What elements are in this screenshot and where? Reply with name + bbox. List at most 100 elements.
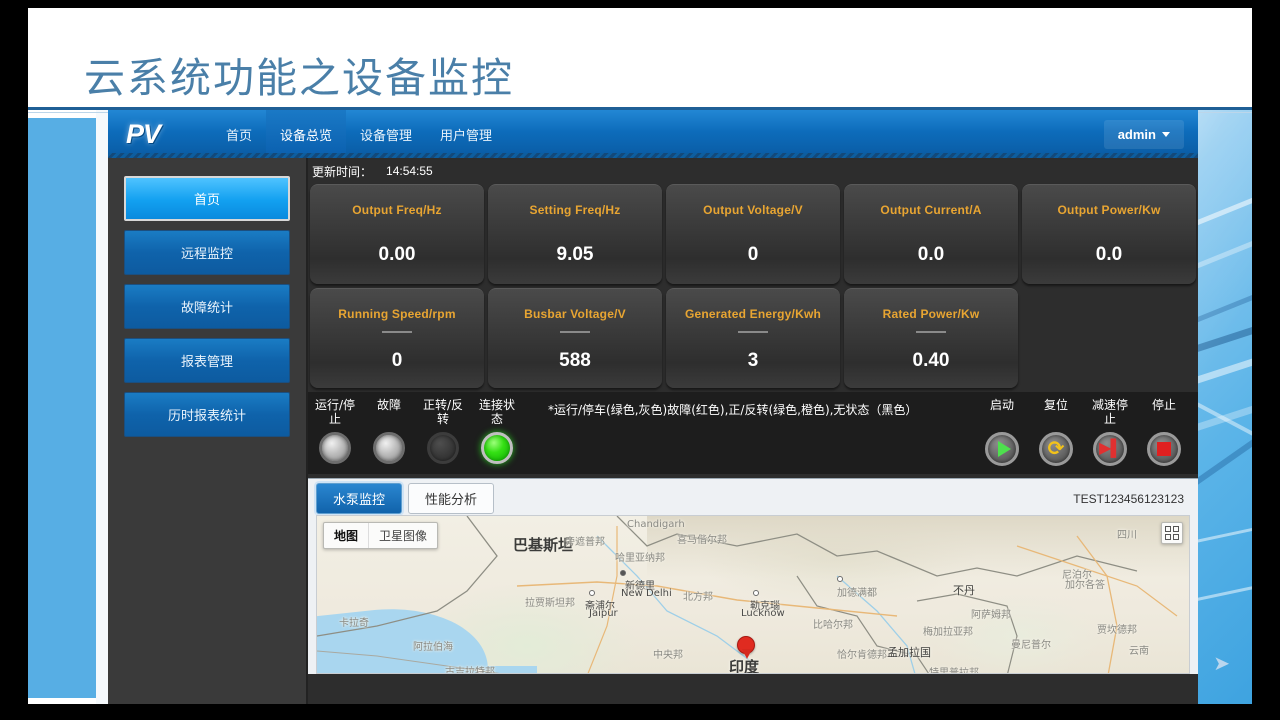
metric-divider — [916, 331, 946, 333]
sidebar: 首页 远程监控 故障统计 报表管理 历时报表统计 — [108, 158, 308, 704]
sidebar-item-fault-statistics[interactable]: 故障统计 — [124, 284, 290, 329]
fullscreen-icon — [1165, 526, 1171, 532]
page-title: 云系统功能之设备监控 — [84, 44, 514, 104]
user-menu-label: admin — [1118, 127, 1156, 142]
chevron-down-icon — [1162, 132, 1170, 137]
map-view[interactable]: 地图 卫星图像 巴基斯坦印度不丹孟加拉国尼泊尔Chandigarh新德里New … — [316, 515, 1190, 674]
map-label: 云南 — [1129, 642, 1149, 657]
metric-value: 0.40 — [913, 350, 950, 372]
status-lamp-label: 正转/反转 — [422, 398, 464, 428]
map-location-marker-icon[interactable] — [737, 636, 755, 654]
status-legend-text: *运行/停车(绿色,灰色)故障(红色),正/反转(绿色,橙色),无状态（黑色） — [548, 401, 917, 418]
metric-label: Output Power/Kw — [1058, 203, 1161, 217]
metric-divider — [560, 331, 590, 333]
control-strip: 运行/停止 故障 正转/反转 连接状态 — [308, 392, 1198, 474]
nav-item-device-management[interactable]: 设备管理 — [346, 110, 426, 158]
map-type-roadmap[interactable]: 地图 — [324, 523, 369, 548]
status-lamp-direction: 正转/反转 — [422, 398, 464, 464]
sidebar-item-report-management[interactable]: 报表管理 — [124, 338, 290, 383]
next-slide-arrow-icon[interactable]: ➤ — [1213, 651, 1230, 676]
map-label: 孟加拉国 — [887, 644, 931, 660]
metric-card-output-power: Output Power/Kw 0.0 — [1022, 184, 1196, 284]
map-label: 哈里亚纳邦 — [615, 549, 665, 564]
map-city-dot-newdelhi — [620, 570, 626, 576]
metric-cards-row-2: Running Speed/rpm 0 Busbar Voltage/V 588… — [308, 288, 1198, 388]
map-label: 特里普拉邦 — [929, 664, 979, 674]
metric-label: Output Freq/Hz — [352, 203, 441, 217]
nav-items: 首页 设备总览 设备管理 用户管理 — [212, 110, 506, 158]
stop-icon — [1157, 442, 1171, 456]
metric-card-output-freq: Output Freq/Hz 0.00 — [310, 184, 484, 284]
map-label: 拉贾斯坦邦 — [525, 594, 575, 609]
metric-label: Generated Energy/Kwh — [685, 307, 821, 321]
fullscreen-icon — [1165, 534, 1171, 540]
start-button[interactable] — [985, 432, 1019, 466]
main-content: 更新时间： 14:54:55 Output Freq/Hz 0.00 Setti… — [308, 158, 1198, 704]
map-label: 巴基斯坦 — [513, 534, 573, 555]
metric-label: Output Voltage/V — [703, 203, 803, 217]
metric-value: 0 — [748, 244, 759, 266]
map-fullscreen-button[interactable] — [1161, 522, 1183, 544]
action-label: 减速停止 — [1088, 398, 1132, 428]
map-label: 喜马偕尔邦 — [677, 531, 727, 546]
metric-divider — [382, 331, 412, 333]
metric-value: 0.00 — [379, 244, 416, 266]
map-label: 北方邦 — [683, 588, 713, 603]
update-time-label: 更新时间： — [312, 163, 372, 180]
app-body: 首页 远程监控 故障统计 报表管理 历时报表统计 更新时间： 14:54:55 — [108, 158, 1198, 704]
map-label: 阿萨姆邦 — [971, 606, 1011, 621]
sidebar-item-remote-monitoring[interactable]: 远程监控 — [124, 230, 290, 275]
metric-label: Output Current/A — [880, 203, 981, 217]
reset-button[interactable]: ⟳ — [1039, 432, 1073, 466]
map-type-satellite[interactable]: 卫星图像 — [369, 523, 437, 548]
update-time-value: 14:54:55 — [386, 164, 433, 178]
action-buttons: 启动 复位 ⟳ 减速停止 — [980, 398, 1192, 466]
lower-panel: 水泵监控 性能分析 TEST123456123123 — [308, 478, 1198, 674]
sidebar-item-historical-report[interactable]: 历时报表统计 — [124, 392, 290, 437]
fullscreen-icon — [1173, 526, 1179, 532]
brand-logo: PV — [108, 119, 212, 150]
map-label: 西孟加拉邦 — [853, 671, 903, 674]
lamp-indicator-icon — [319, 432, 351, 464]
metric-value: 0.0 — [918, 244, 944, 266]
tab-performance-analysis[interactable]: 性能分析 — [408, 483, 494, 514]
metric-value: 588 — [559, 350, 591, 372]
nav-item-user-management[interactable]: 用户管理 — [426, 110, 506, 158]
map-city-dot-jaipur — [589, 590, 595, 596]
nav-item-device-overview[interactable]: 设备总览 — [266, 110, 346, 158]
action-label: 复位 — [1034, 398, 1078, 428]
status-lamp-run-stop: 运行/停止 — [314, 398, 356, 464]
map-label: Lucknow — [741, 608, 785, 619]
metric-label: Running Speed/rpm — [338, 307, 455, 321]
tab-pump-monitoring[interactable]: 水泵监控 — [316, 483, 402, 514]
status-lamp-label: 运行/停止 — [314, 398, 356, 428]
status-lamp-label: 连接状态 — [476, 398, 518, 428]
action-stop: 停止 — [1142, 398, 1186, 466]
map-label: 不丹 — [953, 582, 975, 598]
application-window: PV 首页 设备总览 设备管理 用户管理 admin 首页 远程监控 故障统计 — [108, 110, 1198, 704]
nav-item-home[interactable]: 首页 — [212, 110, 266, 158]
map-label: 印度 — [729, 656, 759, 674]
map-label: 卡拉奇 — [339, 614, 369, 629]
lamp-indicator-icon — [373, 432, 405, 464]
status-lamp-label: 故障 — [368, 398, 410, 428]
top-navigation-bar: PV 首页 设备总览 设备管理 用户管理 admin — [108, 110, 1198, 158]
sidebar-item-home[interactable]: 首页 — [124, 176, 290, 221]
panel-tabbar: 水泵监控 性能分析 TEST123456123123 — [308, 479, 1198, 513]
device-id-label: TEST123456123123 — [1073, 492, 1190, 506]
metric-value: 0 — [392, 350, 403, 372]
presentation-slide: 云系统功能之设备监控 ➤ PV 首页 设备总览 设备管理 用户管理 admin … — [28, 8, 1252, 704]
metric-value: 3 — [748, 350, 759, 372]
user-menu[interactable]: admin — [1104, 120, 1184, 149]
metric-divider — [738, 331, 768, 333]
metric-card-placeholder — [1022, 288, 1196, 388]
map-label: 加德满都 — [837, 584, 877, 599]
play-icon — [998, 441, 1011, 457]
stop-button[interactable] — [1147, 432, 1181, 466]
map-label: 阿拉伯海 — [413, 638, 453, 653]
metric-value: 0.0 — [1096, 244, 1122, 266]
metric-label: Setting Freq/Hz — [529, 203, 620, 217]
metric-card-busbar-voltage: Busbar Voltage/V 588 — [488, 288, 662, 388]
map-label: 贾坎德邦 — [1097, 621, 1137, 636]
decel-stop-button[interactable]: ▶▌ — [1093, 432, 1127, 466]
